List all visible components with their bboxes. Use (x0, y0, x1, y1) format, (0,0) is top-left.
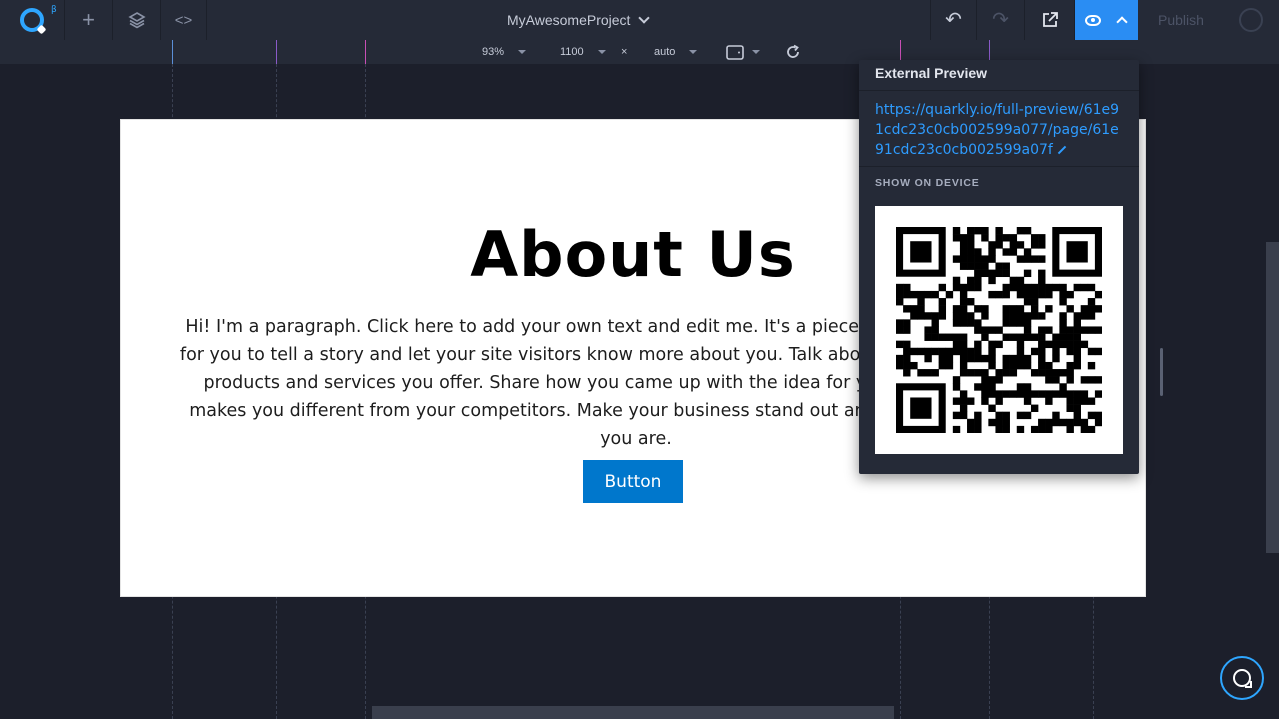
preview-link-container: https://quarkly.io/full-preview/61e91cdc… (875, 100, 1127, 160)
resize-handle[interactable] (1160, 348, 1163, 396)
avatar-icon[interactable] (1239, 8, 1263, 32)
code-button[interactable]: <> (161, 0, 207, 40)
publish-button[interactable]: Publish (1158, 0, 1204, 40)
device-icon (726, 44, 744, 60)
zoom-select[interactable]: 93% (482, 40, 527, 64)
caret-down-icon (689, 50, 698, 54)
add-icon: + (82, 7, 95, 32)
refresh-icon (787, 44, 799, 58)
height-value: auto (654, 46, 676, 58)
redo-icon: ↷ (992, 9, 1009, 31)
top-toolbar: β + <> MyAwesomeProject ↶ ↷ Publish (0, 0, 1279, 40)
caret-down-icon (518, 50, 527, 54)
preview-button[interactable] (1075, 0, 1138, 40)
size-separator: × (621, 40, 627, 64)
divider (859, 90, 1139, 91)
qr-code-icon (896, 227, 1102, 433)
chat-icon (1233, 669, 1252, 688)
chevron-up-icon (1116, 16, 1128, 28)
layers-icon (127, 12, 146, 29)
horizontal-scrollbar[interactable] (372, 706, 894, 719)
undo-button[interactable]: ↶ (930, 0, 977, 40)
chevron-down-icon (638, 11, 651, 24)
height-select[interactable]: auto (654, 40, 698, 64)
pencil-icon[interactable] (1057, 145, 1067, 155)
preview-link[interactable]: https://quarkly.io/full-preview/61e91cdc… (875, 102, 1119, 158)
logo[interactable]: β (0, 0, 65, 40)
width-value: 1100 (560, 46, 584, 58)
layers-button[interactable] (113, 0, 161, 40)
chat-button[interactable] (1220, 656, 1264, 700)
device-select[interactable] (726, 40, 760, 64)
beta-badge: β (51, 5, 57, 15)
eye-icon (1085, 14, 1101, 26)
vertical-scrollbar[interactable] (1266, 242, 1279, 553)
undo-icon: ↶ (945, 9, 962, 31)
external-preview-popover: External Preview https://quarkly.io/full… (859, 60, 1139, 474)
divider (859, 166, 1139, 167)
refresh-button[interactable] (785, 40, 801, 64)
breakpoint-marker[interactable] (172, 40, 173, 64)
width-select[interactable]: 1100 (560, 40, 606, 64)
show-on-device-label: SHOW ON DEVICE (875, 177, 980, 189)
project-name: MyAwesomeProject (507, 12, 631, 28)
caret-down-icon (597, 50, 606, 54)
cta-button[interactable]: Button (583, 460, 683, 503)
breakpoint-marker[interactable] (276, 40, 277, 64)
add-button[interactable]: + (65, 0, 113, 40)
redo-button[interactable]: ↷ (977, 0, 1025, 40)
project-selector[interactable]: MyAwesomeProject (507, 0, 651, 40)
external-link-icon (1042, 12, 1058, 27)
popover-title: External Preview (875, 65, 988, 81)
caret-down-icon (752, 50, 760, 54)
code-icon: <> (174, 11, 193, 29)
qr-code (875, 206, 1123, 454)
external-link-button[interactable] (1025, 0, 1075, 40)
zoom-value: 93% (482, 46, 505, 58)
breakpoint-marker[interactable] (365, 40, 366, 64)
times-sign: × (621, 46, 628, 58)
publish-label: Publish (1158, 12, 1204, 28)
quarkly-logo-icon (20, 8, 44, 32)
